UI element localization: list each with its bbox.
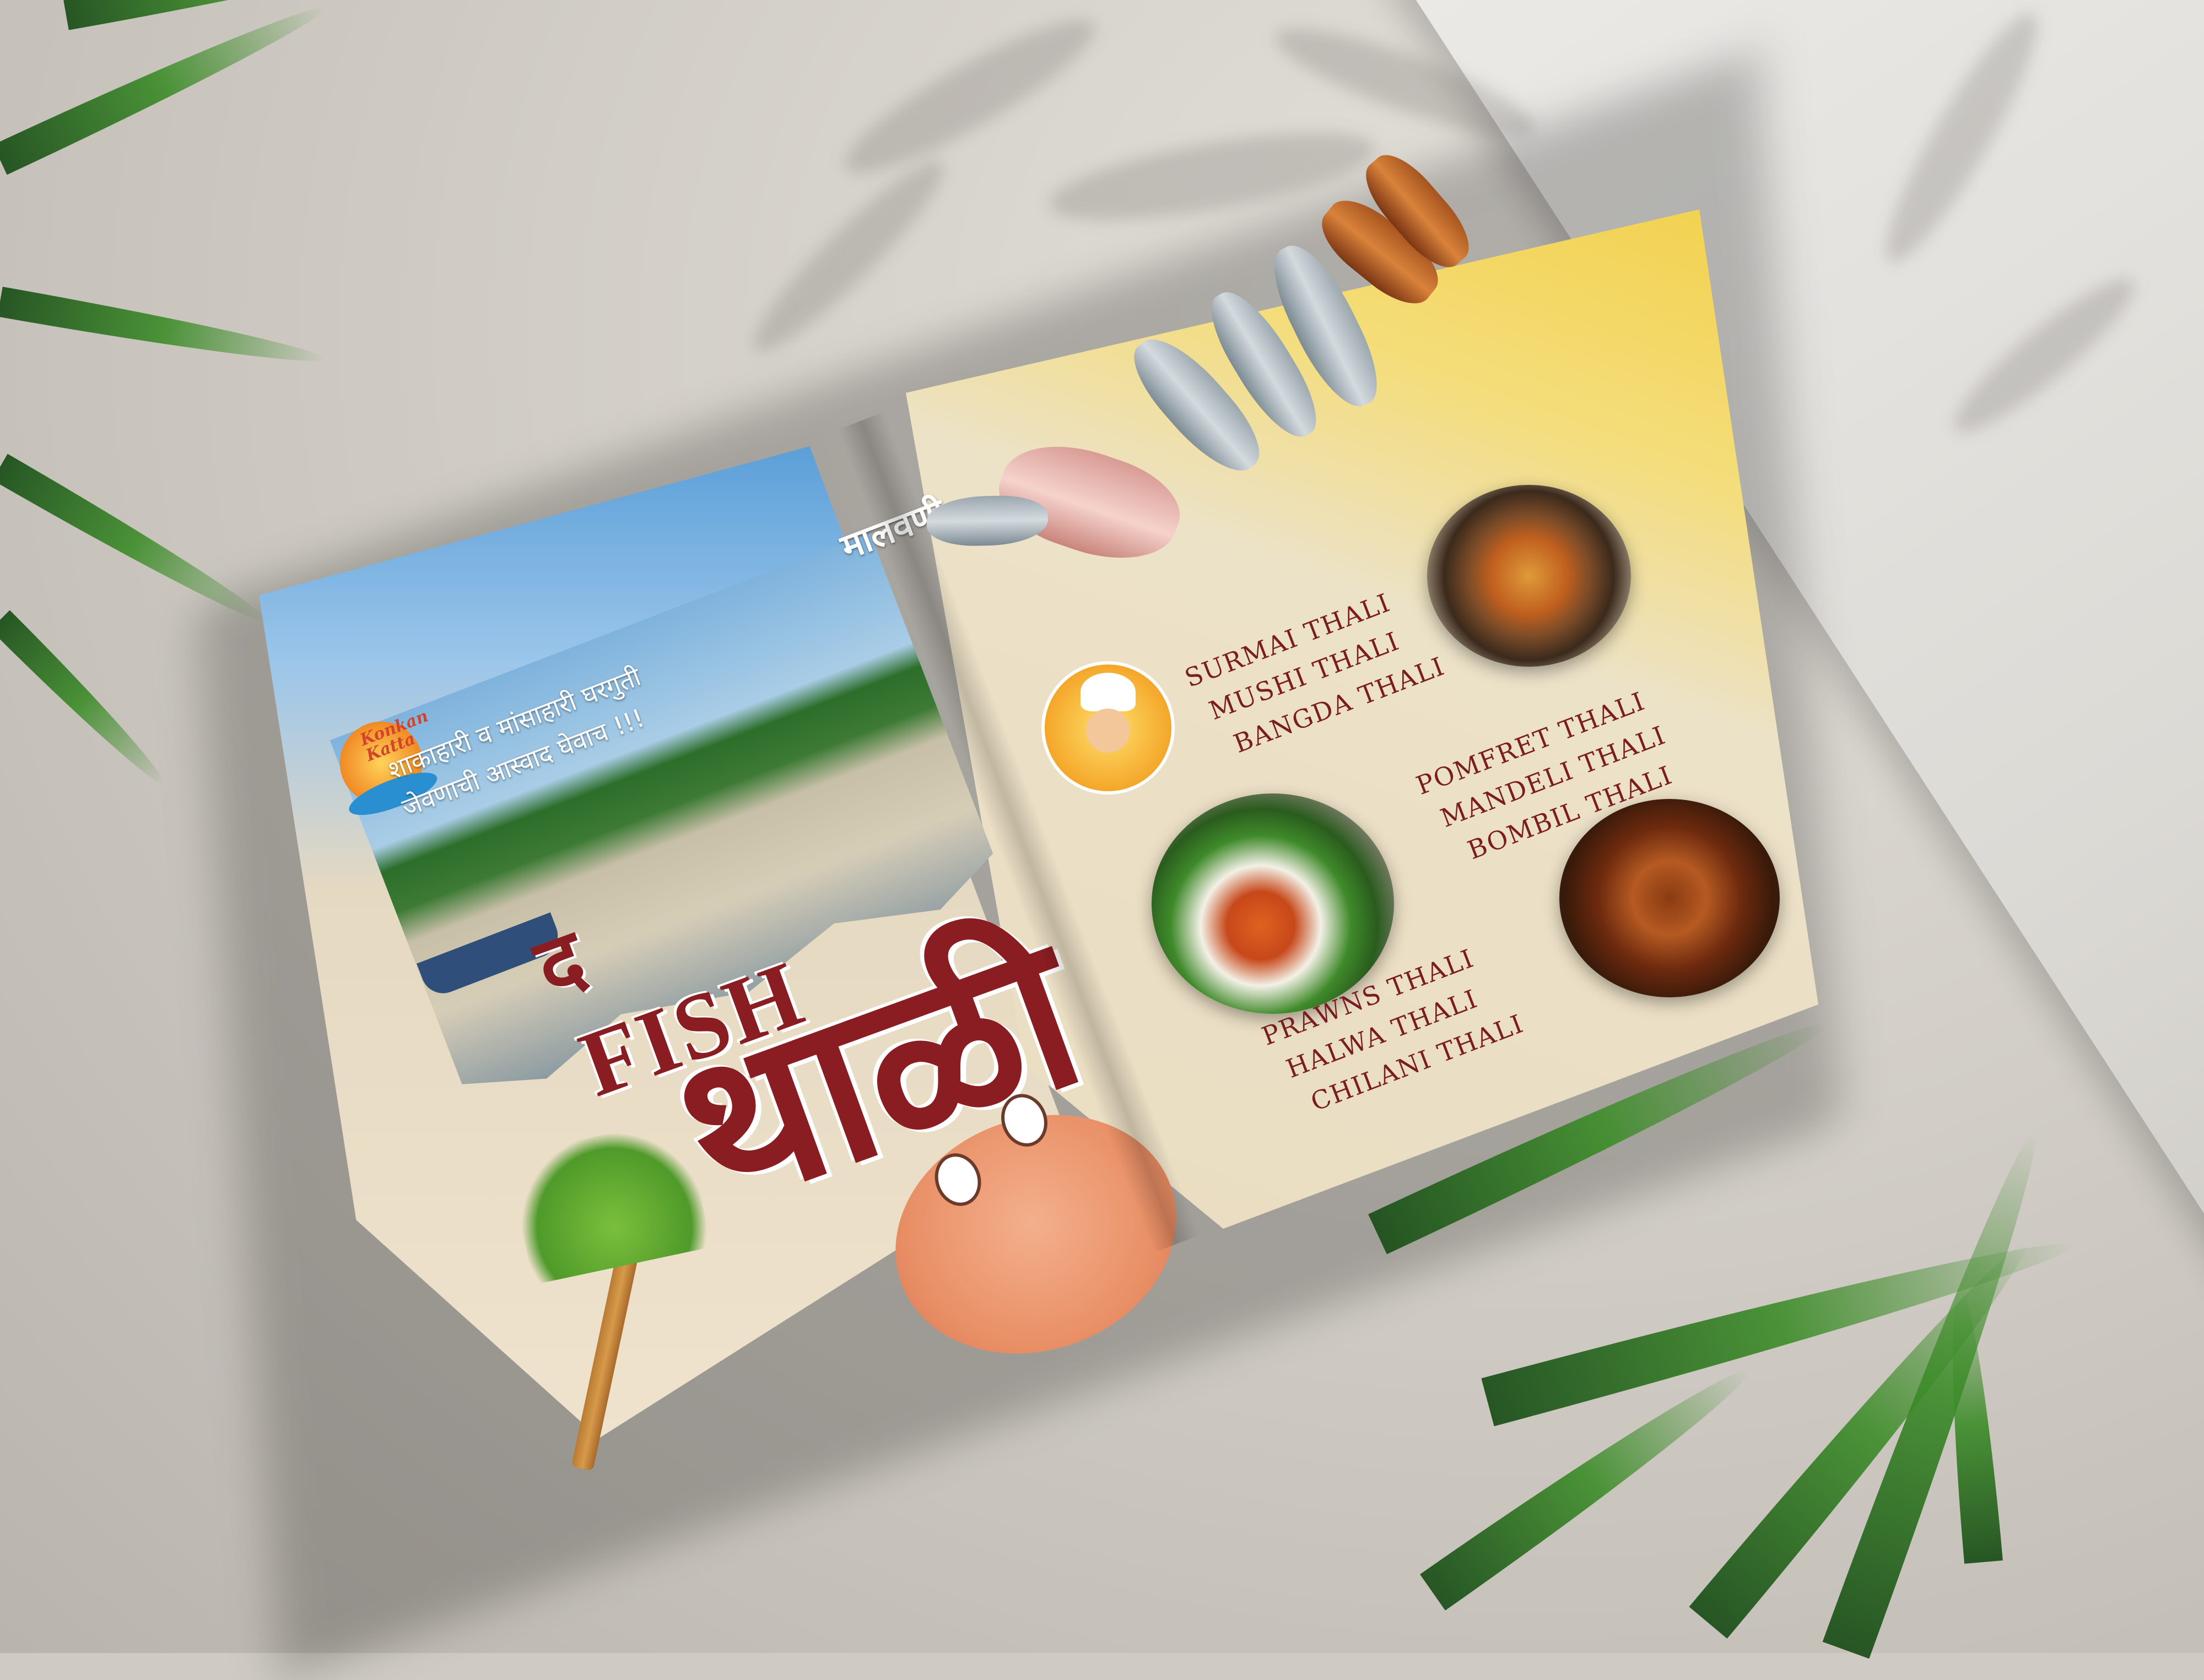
thali-plate-surmai	[1427, 485, 1631, 667]
chef-face	[1086, 709, 1130, 753]
chef-mascot	[1041, 661, 1175, 795]
chef-hat	[1081, 673, 1136, 711]
thali-plate-prawns	[1559, 799, 1780, 997]
photo-scene: Konkan Katta मालवणी शाकाहारी व मांसाहारी…	[0, 0, 2204, 1680]
fish	[926, 495, 1049, 547]
